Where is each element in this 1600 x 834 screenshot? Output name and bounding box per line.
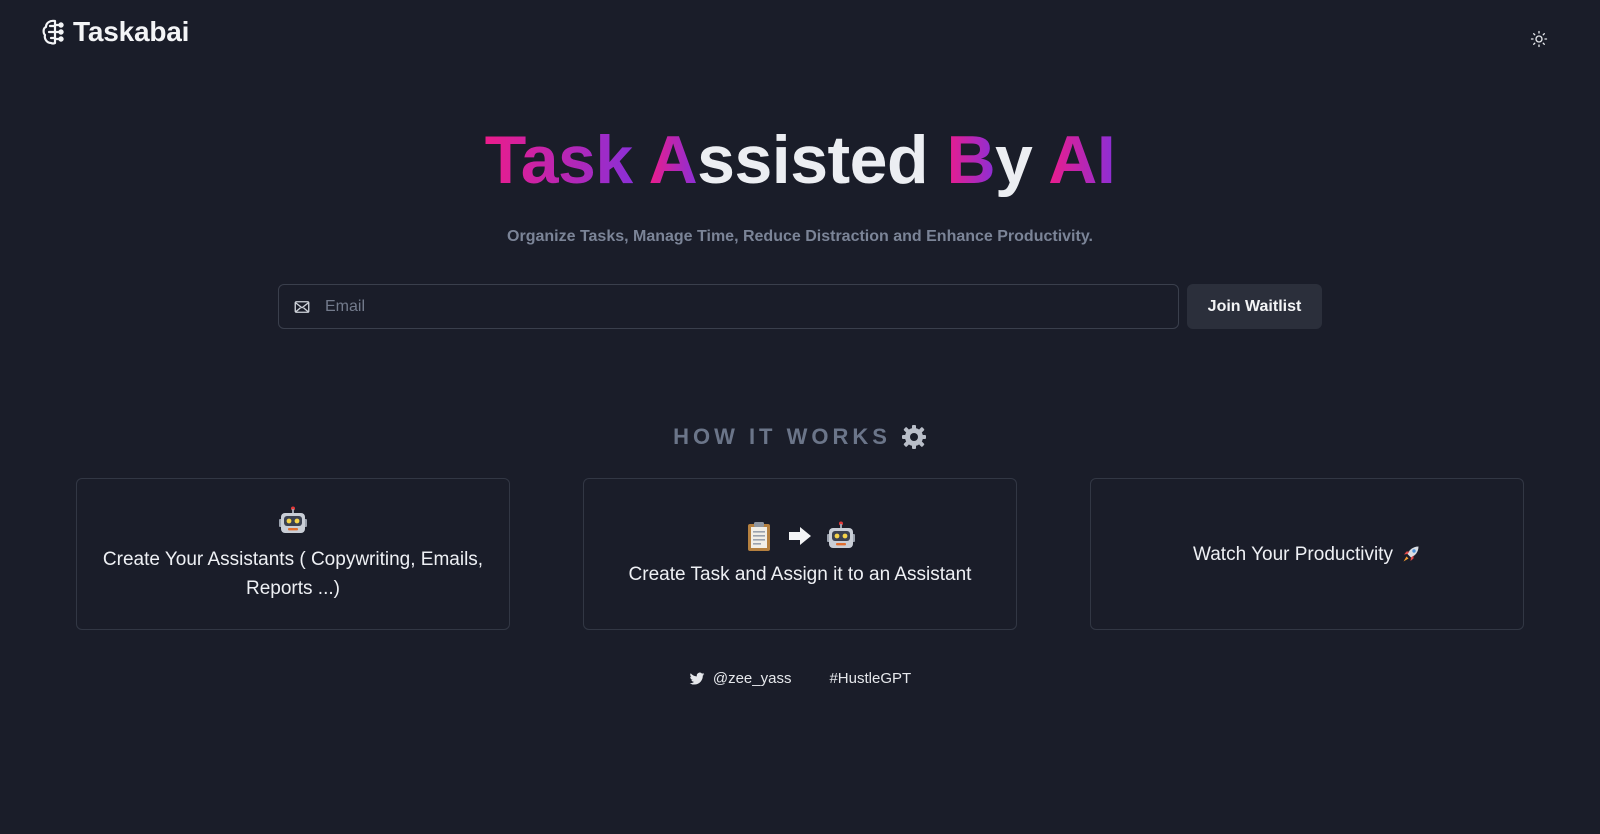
how-it-works-title: HOW IT WORKS bbox=[673, 424, 891, 449]
hero-title-word-task: Task bbox=[484, 122, 633, 198]
clipboard-icon bbox=[748, 521, 770, 551]
hero-title: Task Assisted By AI bbox=[0, 118, 1600, 202]
robot-icon bbox=[279, 506, 307, 533]
rocket-icon bbox=[1403, 546, 1419, 562]
theme-toggle-button[interactable] bbox=[1527, 27, 1551, 51]
brain-circuit-icon bbox=[42, 19, 64, 45]
how-it-works-card-create-assistants: Create Your Assistants ( Copywriting, Em… bbox=[76, 478, 510, 630]
email-input[interactable] bbox=[311, 285, 1178, 328]
join-waitlist-button[interactable]: Join Waitlist bbox=[1187, 284, 1322, 329]
logo-text: Taskabai bbox=[73, 16, 190, 47]
card-icons bbox=[277, 505, 309, 537]
landing-page: Taskabai Task Assisted By AI Organize Ta… bbox=[0, 0, 1600, 834]
card-text: Create Task and Assign it to an Assistan… bbox=[628, 563, 972, 585]
arrow-right-icon bbox=[789, 526, 811, 545]
hero-subtitle: Organize Tasks, Manage Time, Reduce Dist… bbox=[507, 228, 1093, 245]
card-icons bbox=[743, 520, 857, 552]
hero-title-letter-a: A bbox=[648, 122, 698, 198]
logo-link[interactable]: Taskabai bbox=[41, 16, 189, 48]
gear-icon bbox=[901, 425, 926, 449]
hero-title-letter-y: y bbox=[995, 122, 1033, 198]
footer: @zee_yass #HustleGPT bbox=[0, 670, 1600, 687]
twitter-icon bbox=[689, 672, 705, 685]
card-text-row: Watch Your Productivity bbox=[1193, 540, 1421, 569]
robot-icon bbox=[827, 521, 855, 548]
hashtag-link[interactable]: #HustleGPT bbox=[829, 670, 911, 687]
how-it-works-card-assign-task: Create Task and Assign it to an Assistan… bbox=[583, 478, 1017, 630]
card-text: Create Your Assistants ( Copywriting, Em… bbox=[102, 549, 484, 599]
hero-title-word-ssisted: ssisted bbox=[697, 122, 929, 198]
hero-title-letter-b: B bbox=[946, 122, 996, 198]
hero-title-word-ai: AI bbox=[1048, 122, 1116, 198]
header: Taskabai bbox=[0, 0, 1600, 70]
how-it-works-card-productivity: Watch Your Productivity bbox=[1090, 478, 1524, 630]
sun-icon bbox=[1530, 30, 1548, 48]
mail-icon bbox=[294, 300, 310, 313]
card-text: Watch Your Productivity bbox=[1193, 543, 1393, 565]
twitter-link[interactable]: @zee_yass bbox=[689, 670, 792, 687]
twitter-handle: @zee_yass bbox=[712, 670, 792, 687]
email-field-wrapper bbox=[278, 284, 1179, 329]
how-it-works-heading: HOW IT WORKS bbox=[0, 424, 1600, 450]
